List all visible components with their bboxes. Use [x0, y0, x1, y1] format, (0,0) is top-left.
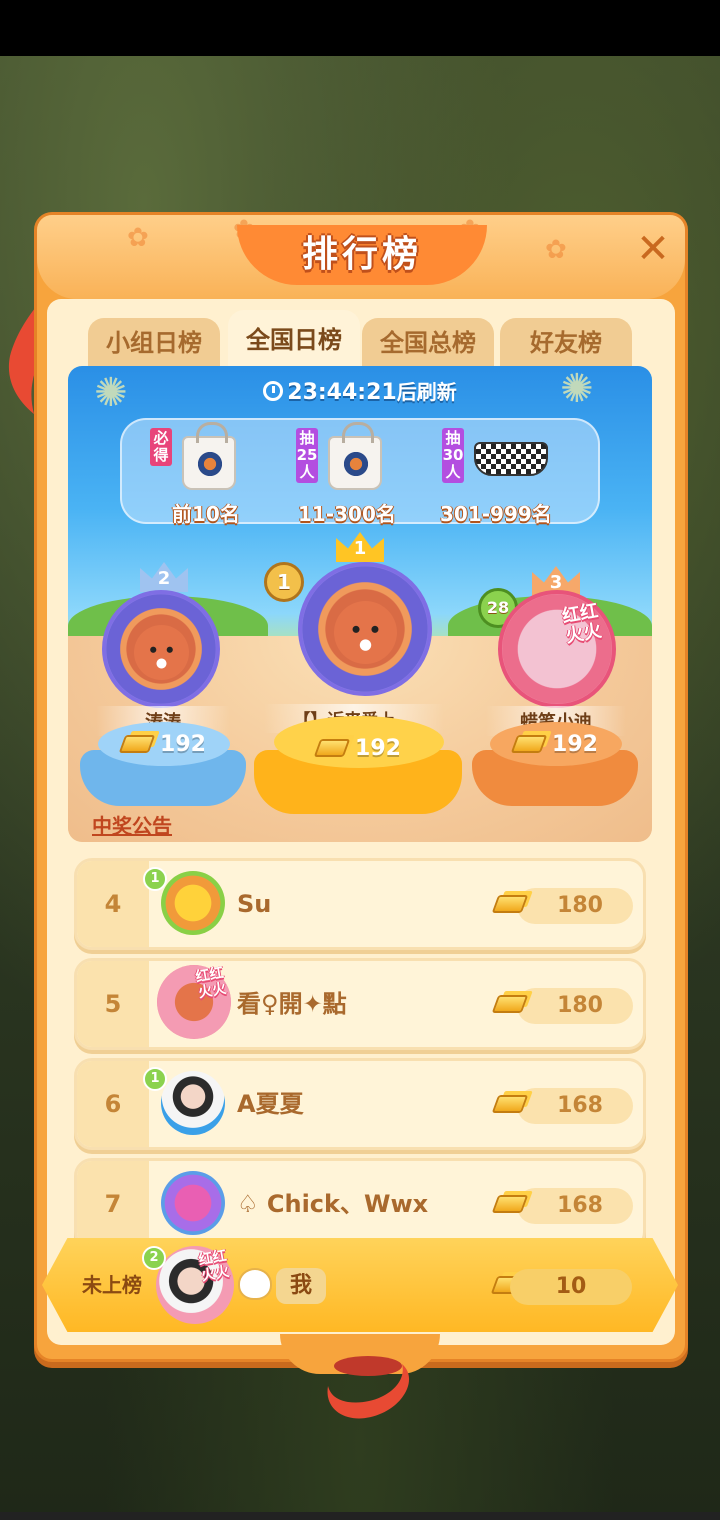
podium-score: 192	[274, 736, 444, 761]
navigation-bar	[0, 1512, 720, 1520]
my-score: 10	[510, 1269, 632, 1305]
avatar-text: 红红火火	[194, 964, 228, 1002]
status-bar	[0, 0, 720, 56]
belt-bag-icon	[474, 442, 548, 476]
prize-panel[interactable]: 必得 前10名 抽25人 11-300名 抽30人 301-999名	[120, 418, 600, 526]
top-three-board: ✺ ✺ 23:44:21后刷新 必得 前10名 抽25人 11-300名 抽30…	[68, 366, 652, 842]
podium-score: 192	[490, 732, 622, 757]
avatar-face	[133, 624, 189, 680]
table-row[interactable]: 4 1 Su 180	[74, 858, 646, 950]
podium-score: 192	[98, 732, 230, 757]
row-rank: 5	[104, 990, 122, 1018]
page-title: 排行榜	[237, 225, 487, 285]
row-name: A夏夏	[237, 1090, 304, 1118]
gold-bar-icon	[510, 735, 548, 753]
tab-group-daily[interactable]: 小组日榜	[88, 318, 220, 370]
level-badge: 1	[143, 1067, 167, 1091]
prize-tag: 抽30人	[442, 428, 464, 483]
panel-header: ✿ ✿ ✿ ✿ 排行榜 ✕	[37, 215, 685, 299]
table-row[interactable]: 5 红红火火 看♀開✦點 180	[74, 958, 646, 1050]
ribbon-decoration	[327, 1356, 410, 1419]
row-score: 168	[517, 1188, 633, 1224]
avatar-text: 红红火火	[560, 600, 604, 648]
timer-value: 23:44:21	[287, 380, 397, 405]
prize-tag: 抽25人	[296, 428, 318, 483]
prize-range: 前10名	[172, 502, 240, 526]
gold-bar-icon	[313, 739, 351, 757]
timer-suffix: 后刷新	[396, 380, 457, 404]
tab-national-daily[interactable]: 全国日榜	[228, 310, 360, 370]
avatar	[161, 871, 225, 935]
my-rank-label: 未上榜	[82, 1273, 142, 1297]
flower-icon: ✿	[127, 223, 149, 253]
avatar[interactable]	[102, 590, 220, 708]
level-badge: 2	[142, 1246, 166, 1270]
level-badge: 1	[264, 562, 304, 602]
avatar: 红红火火	[156, 1246, 234, 1324]
crown-icon: 1	[336, 532, 384, 562]
row-score: 180	[517, 888, 633, 924]
avatar-face	[333, 601, 397, 665]
avatar	[161, 1071, 225, 1135]
flower-icon: ✿	[545, 235, 567, 265]
prize-tag: 必得	[150, 428, 172, 466]
gold-bar-icon	[118, 735, 156, 753]
prize-range: 11-300名	[298, 502, 396, 526]
row-name: Su	[237, 890, 272, 918]
row-rank: 7	[104, 1190, 122, 1218]
avatar	[161, 1171, 225, 1235]
avatar-text: 红红火火	[197, 1247, 231, 1285]
rabbit-icon	[238, 1268, 272, 1300]
table-row[interactable]: 7 ♤ Chick、Wwx 168	[74, 1158, 646, 1250]
tote-bag-icon	[182, 422, 236, 490]
level-badge: 1	[143, 867, 167, 891]
row-score: 168	[517, 1088, 633, 1124]
clock-icon	[263, 381, 284, 401]
my-rank-row[interactable]: 未上榜 红红火火 2 我 10	[42, 1238, 678, 1332]
row-name: ♤ Chick、Wwx	[237, 1190, 429, 1218]
refresh-timer: 23:44:21后刷新	[68, 376, 652, 405]
row-name: 看♀開✦點	[237, 990, 347, 1018]
tab-national-total[interactable]: 全国总榜	[362, 318, 494, 370]
prize-range: 301-999名	[440, 502, 552, 526]
avatar[interactable]: 红红火火	[498, 590, 616, 708]
close-button[interactable]: ✕	[631, 227, 675, 271]
avatar: 红红火火	[157, 965, 231, 1039]
my-name: 我	[276, 1268, 326, 1304]
tote-bag-icon	[328, 422, 382, 490]
table-row[interactable]: 6 1 A夏夏 168	[74, 1058, 646, 1150]
prize-notice-link[interactable]: 中奖公告	[92, 810, 172, 839]
tab-friends[interactable]: 好友榜	[500, 318, 632, 370]
row-score: 180	[517, 988, 633, 1024]
avatar[interactable]	[298, 562, 432, 696]
row-rank: 6	[104, 1090, 122, 1118]
crown-icon: 2	[140, 562, 188, 592]
row-rank: 4	[104, 890, 122, 918]
